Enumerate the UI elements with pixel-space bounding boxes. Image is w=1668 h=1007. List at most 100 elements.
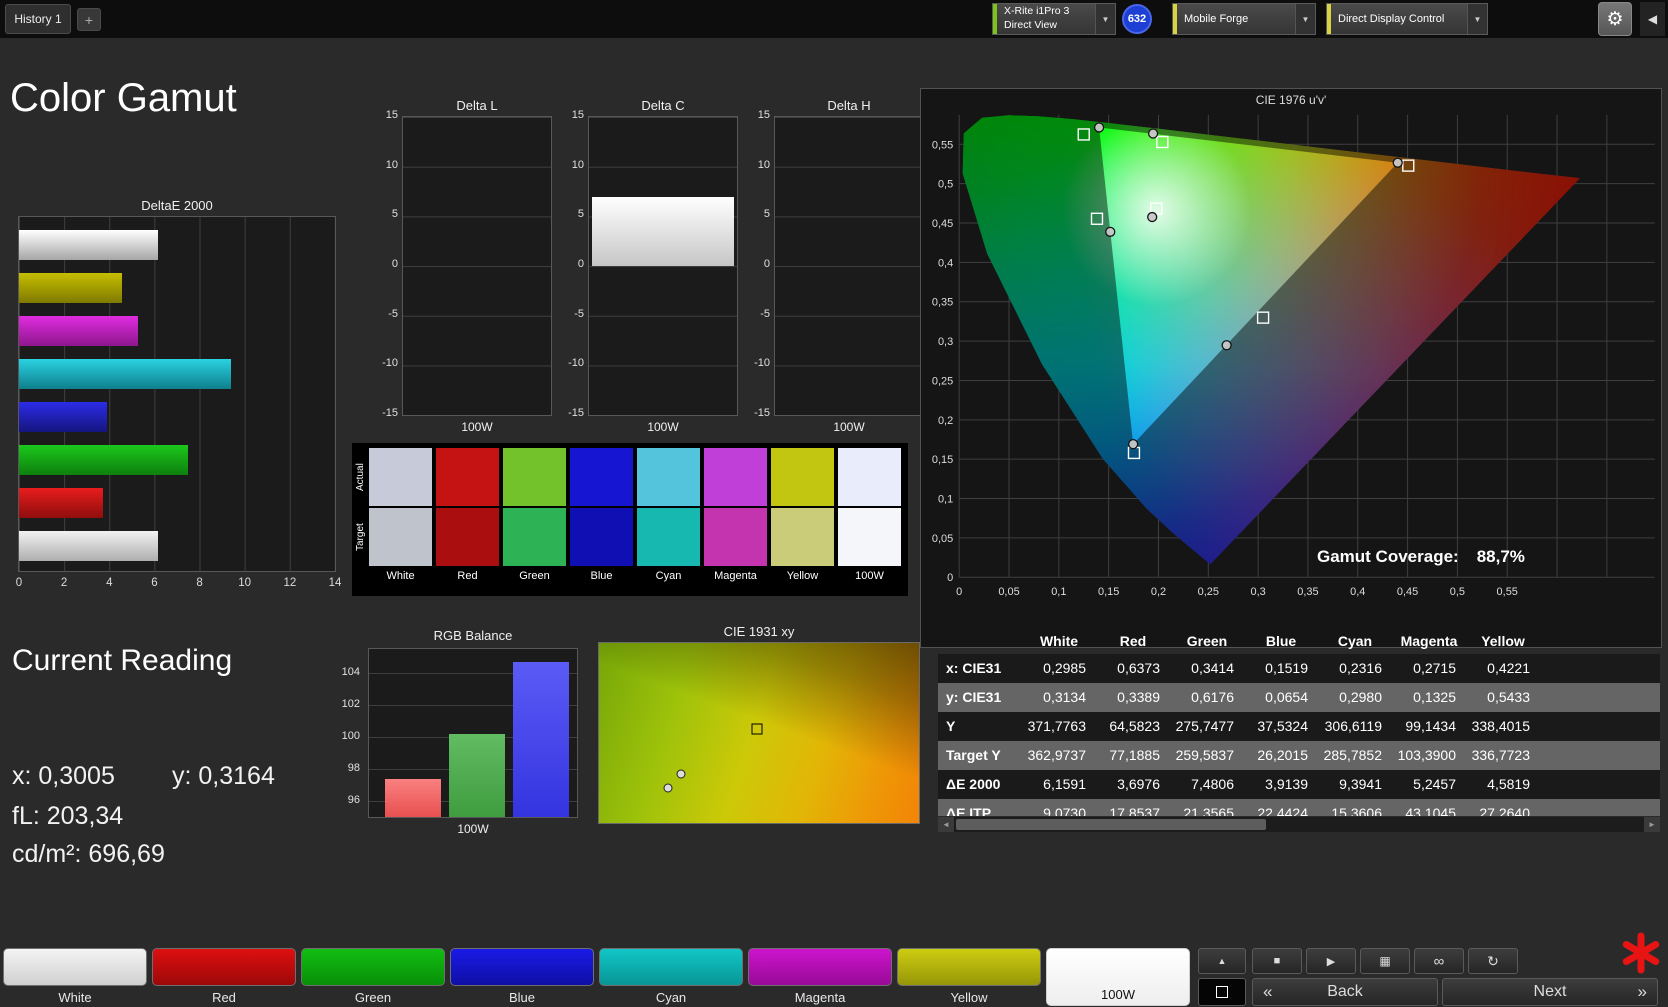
delta-y-tick: -5 [744,308,770,320]
history-tab[interactable]: History 1 [5,4,71,34]
delta-y-tick: -15 [372,407,398,419]
gamut-coverage-label: Gamut Coverage: [1317,547,1459,567]
scrollbar-thumb[interactable] [956,819,1266,830]
next-button[interactable]: Next » [1442,978,1658,1006]
stop-button[interactable]: ■ [1252,948,1302,974]
pattern-button-white[interactable] [3,948,147,986]
chevron-down-icon[interactable]: ▼ [1295,4,1315,34]
table-cell: 9,0730 [1022,799,1096,816]
scroll-right-icon[interactable]: ► [1644,817,1660,832]
table-cell: 0,3414 [1170,654,1244,683]
chevron-down-icon[interactable]: ▼ [1467,4,1487,34]
swatch-column-cyan: Cyan [637,448,700,584]
table-cell: 0,2985 [1022,654,1096,683]
rgb-balance-x-label: 100W [368,822,578,836]
pattern-button-label: Magenta [748,990,892,1005]
table-cell: 0,1519 [1244,654,1318,683]
table-cell: 338,4015 [1466,712,1540,741]
table-header-corner [938,628,1022,654]
pattern-button-100w[interactable]: 100W [1046,948,1190,1006]
svg-text:0,05: 0,05 [998,586,1019,598]
current-reading-title: Current Reading [12,644,232,678]
repeat-button[interactable]: ↻ [1468,948,1518,974]
source-name: Mobile Forge [1177,4,1295,34]
actual-swatch [771,448,834,506]
play-icon: ▶ [1327,955,1335,968]
table-cell: 43,1045 [1392,799,1466,816]
pattern-button-magenta[interactable] [748,948,892,986]
topbar: History 1 + X-Rite i1Pro 3 Direct View ▼… [0,0,1668,38]
deltae2000-title: DeltaE 2000 [18,198,336,213]
delta-y-tick: -10 [558,357,584,369]
reading-fl: fL: 203,34 [12,802,123,831]
add-tab-button[interactable]: + [77,8,101,31]
back-button[interactable]: « Back [1252,978,1438,1006]
chevron-down-icon[interactable]: ▼ [1095,4,1115,34]
pattern-button-cyan[interactable] [599,948,743,986]
scrollbar-track[interactable] [954,817,1644,832]
stop-icon: ■ [1274,955,1281,967]
pattern-button-label: White [3,990,147,1005]
delta-y-tick: -15 [744,407,770,419]
table-row: y: CIE310,31340,33890,61760,06540,29800,… [938,683,1660,712]
delta-chart-title: Delta H [774,98,924,113]
continuous-read-button[interactable]: ∞ [1414,948,1464,974]
play-button[interactable]: ▶ [1306,948,1356,974]
actual-swatch [369,448,432,506]
table-header-white: White [1022,628,1096,654]
table-cell: 9,3941 [1318,770,1392,799]
pattern-button-label: Yellow [897,990,1041,1005]
delta-y-tick: 0 [558,258,584,270]
frame-icon [1216,986,1228,998]
cie1976-panel: 00,050,10,150,20,250,30,350,40,450,50,55… [920,88,1662,648]
deltae-x-tick: 0 [16,577,22,589]
svg-text:0,2: 0,2 [1151,586,1166,598]
pattern-button-yellow[interactable] [897,948,1041,986]
deltae-bar-yellow [19,273,122,303]
swatch-column-blue: Blue [570,448,633,584]
delta-chart-title: Delta L [402,98,552,113]
pattern-window-button[interactable] [1198,978,1246,1006]
delta-bar [592,197,734,267]
target-swatch [704,508,767,566]
target-row-label: Target [353,508,368,566]
delta-y-tick: -15 [558,407,584,419]
delta-y-tick: 5 [558,208,584,220]
target-swatch [637,508,700,566]
measured-point-white [1148,213,1157,222]
actual-target-swatch-panel: Actual Target WhiteRedGreenBlueCyanMagen… [352,443,908,596]
swatch-column-magenta: Magenta [704,448,767,584]
svg-text:0,35: 0,35 [932,297,953,309]
target-swatch [503,508,566,566]
delta-y-tick: -5 [558,308,584,320]
scroll-left-icon[interactable]: ◄ [938,817,954,832]
display-control-dropdown[interactable]: Direct Display Control ▼ [1326,3,1488,35]
collapse-panel-icon[interactable]: ◀ [1640,2,1665,36]
table-cell: 103,3900 [1392,741,1466,770]
table-header-magenta: Magenta [1392,628,1466,654]
reading-cdm2: cd/m²: 696,69 [12,840,165,869]
meter-dropdown[interactable]: X-Rite i1Pro 3 Direct View ▼ [992,3,1116,35]
measured-point-magenta [1222,341,1231,350]
table-cell: 27,2640 [1466,799,1540,816]
table-cell: 0,3134 [1022,683,1096,712]
delta-y-tick: -10 [744,357,770,369]
pattern-button-blue[interactable] [450,948,594,986]
rgb-y-tick: 96 [348,794,360,806]
pattern-button-green[interactable] [301,948,445,986]
table-cell: 259,5837 [1170,741,1244,770]
delta-x-label: 100W [402,420,552,434]
table-scrollbar[interactable]: ◄ ► [938,817,1660,832]
next-label: Next [1534,983,1567,1001]
pattern-button-red[interactable] [152,948,296,986]
pattern-grid-button[interactable]: ▦ [1360,948,1410,974]
collapse-up-button[interactable]: ▲ [1198,948,1246,974]
source-dropdown[interactable]: Mobile Forge ▼ [1172,3,1316,35]
table-cell: 6,1591 [1022,770,1096,799]
gear-icon[interactable]: ⚙ [1598,2,1632,36]
table-cell: 4,5819 [1466,770,1540,799]
delta-y-tick: -10 [372,357,398,369]
gamut-coverage-readout: Gamut Coverage: 88,7% [1317,547,1525,567]
meter-count-badge[interactable]: 632 [1122,4,1152,34]
svg-text:0,25: 0,25 [1198,586,1219,598]
